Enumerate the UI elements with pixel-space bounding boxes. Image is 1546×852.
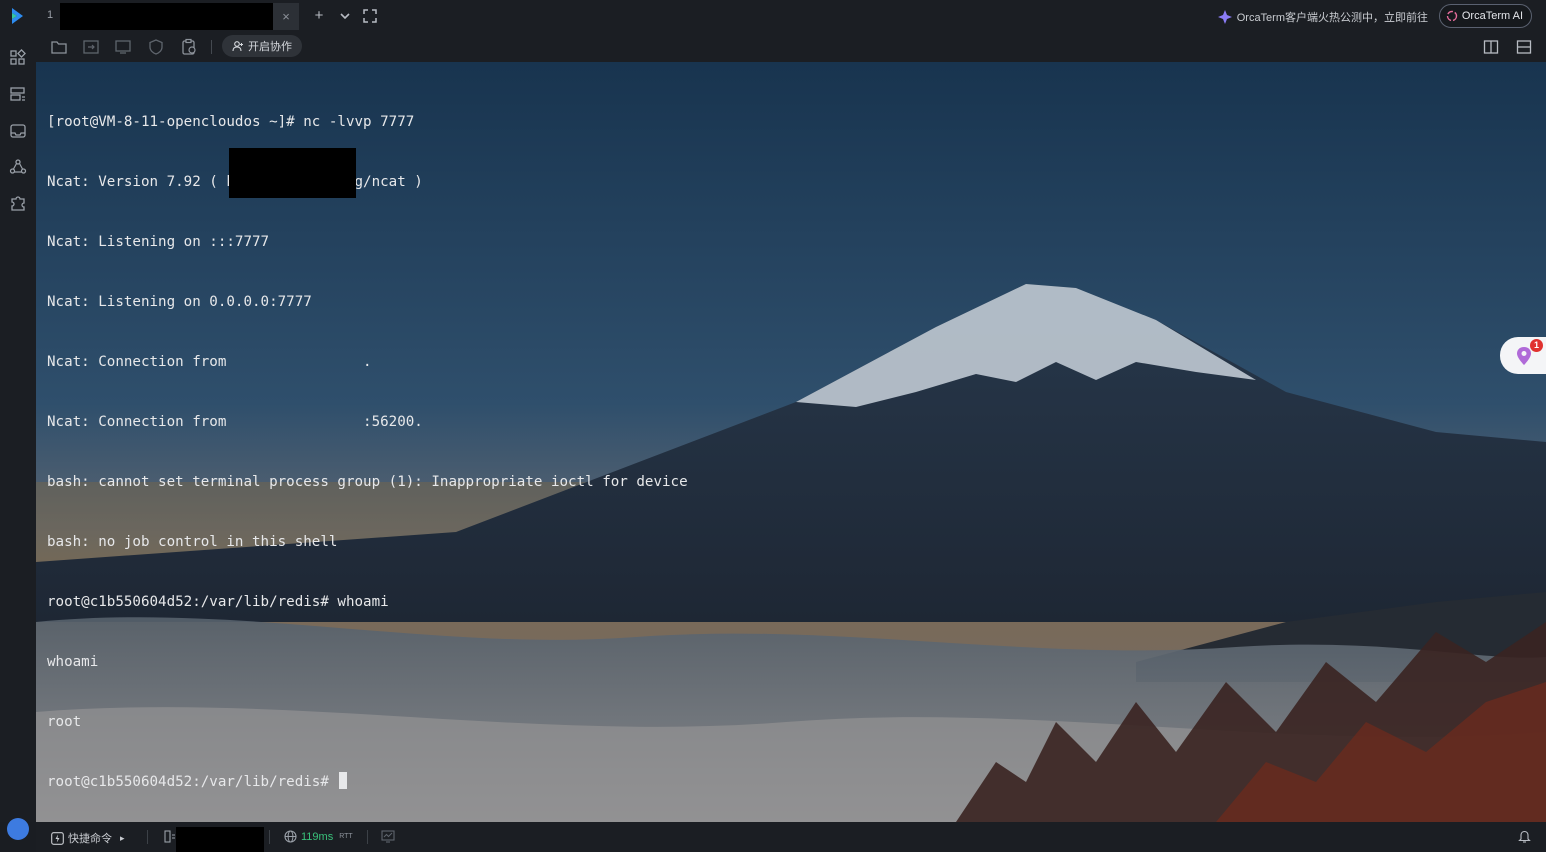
quick-commands-button[interactable]: 快捷命令 ▸ <box>51 830 125 846</box>
terminal-line: root <box>47 714 82 730</box>
ai-button-label: OrcaTerm AI <box>1461 10 1523 22</box>
terminal-line: root@c1b550604d52:/var/lib/redis# whoami <box>47 594 389 610</box>
collab-label: 开启协作 <box>248 41 292 53</box>
ai-spark-icon <box>1446 10 1458 22</box>
terminal-line: bash: no job control in this shell <box>47 534 338 550</box>
redacted-host <box>176 827 264 852</box>
status-divider <box>367 830 368 844</box>
promo-text[interactable]: OrcaTerm客户端火热公测中，立即前往 <box>1237 9 1428 25</box>
terminal-line: bash: cannot set terminal process group … <box>47 474 688 490</box>
tab-close-icon[interactable]: × <box>273 3 299 30</box>
orcaterm-ai-button[interactable]: OrcaTerm AI <box>1438 4 1532 28</box>
tab-title-redacted[interactable] <box>60 3 273 30</box>
terminal-line: Ncat: Connection from :56200. <box>47 414 423 430</box>
new-tab-icon[interactable]: + <box>310 7 328 25</box>
split-vertical-icon[interactable] <box>1482 38 1500 56</box>
status-divider <box>147 830 148 844</box>
terminal-line: [root@VM-8-11-opencloudos ~]# nc -lvvp 7… <box>47 114 415 130</box>
tab-bar: 1 × + OrcaTerm客户端火热公测中，立即前往 OrcaTerm AI <box>0 0 1546 32</box>
shield-icon[interactable] <box>147 38 165 56</box>
latency-indicator[interactable]: 119ms RTT <box>284 830 353 843</box>
terminal-pane[interactable]: [root@VM-8-11-opencloudos ~]# nc -lvvp 7… <box>36 62 1546 822</box>
fullscreen-icon[interactable] <box>361 7 379 25</box>
split-horizontal-icon[interactable] <box>1515 38 1533 56</box>
chevron-down-icon[interactable] <box>336 7 354 25</box>
start-collaboration-button[interactable]: 开启协作 <box>222 35 302 57</box>
globe-icon <box>284 830 297 843</box>
status-divider <box>269 830 270 844</box>
lightning-icon <box>51 831 64 845</box>
puzzle-icon[interactable] <box>9 194 27 212</box>
server-list-icon[interactable] <box>9 86 27 104</box>
sparkle-icon <box>1217 10 1232 24</box>
quick-commands-label: 快捷命令 <box>68 833 112 845</box>
left-sidebar <box>0 32 36 840</box>
grid-icon[interactable] <box>9 49 27 67</box>
inbox-icon[interactable] <box>9 122 27 140</box>
status-bar: 快捷命令 ▸ 119ms RTT <box>36 822 1546 852</box>
terminal-line: whoami <box>47 654 99 670</box>
toolbar-divider <box>211 40 212 54</box>
monitor-icon[interactable] <box>114 38 132 56</box>
terminal-prompt-line[interactable]: root@c1b550604d52:/var/lib/redis# <box>47 772 688 792</box>
user-add-icon <box>232 41 243 52</box>
terminal-line: Ncat: Listening on :::7777 <box>47 234 270 250</box>
server-user-icon <box>164 830 176 843</box>
terminal-output[interactable]: [root@VM-8-11-opencloudos ~]# nc -lvvp 7… <box>47 72 688 822</box>
latency-value: 119ms <box>301 830 334 843</box>
latency-unit: RTT <box>339 833 353 840</box>
clipboard-icon[interactable] <box>180 38 198 56</box>
bell-icon[interactable] <box>1518 830 1531 844</box>
tab-index[interactable]: 1 <box>47 9 53 21</box>
promo-banner[interactable]: OrcaTerm客户端火热公测中，立即前往 <box>1217 9 1428 25</box>
share-icon[interactable] <box>9 158 27 176</box>
folder-icon[interactable] <box>50 38 68 56</box>
notification-badge: 1 <box>1530 339 1543 352</box>
app-logo-icon <box>12 8 23 24</box>
user-avatar[interactable] <box>7 818 29 840</box>
terminal-line: Ncat: Listening on 0.0.0.0:7777 <box>47 294 312 310</box>
terminal-prompt: root@c1b550604d52:/var/lib/redis# <box>47 774 338 790</box>
terminal-line: Ncat: Version 7.92 ( https://nmap.org/nc… <box>47 174 423 190</box>
file-transfer-icon[interactable] <box>82 38 100 56</box>
redacted-ip <box>229 148 356 198</box>
terminal-line: Ncat: Connection from . <box>47 354 372 370</box>
terminal-cursor <box>339 772 348 789</box>
monitor-chart-icon[interactable] <box>381 830 395 843</box>
terminal-toolbar: 开启协作 <box>36 32 1546 62</box>
caret-right-icon: ▸ <box>120 832 125 843</box>
